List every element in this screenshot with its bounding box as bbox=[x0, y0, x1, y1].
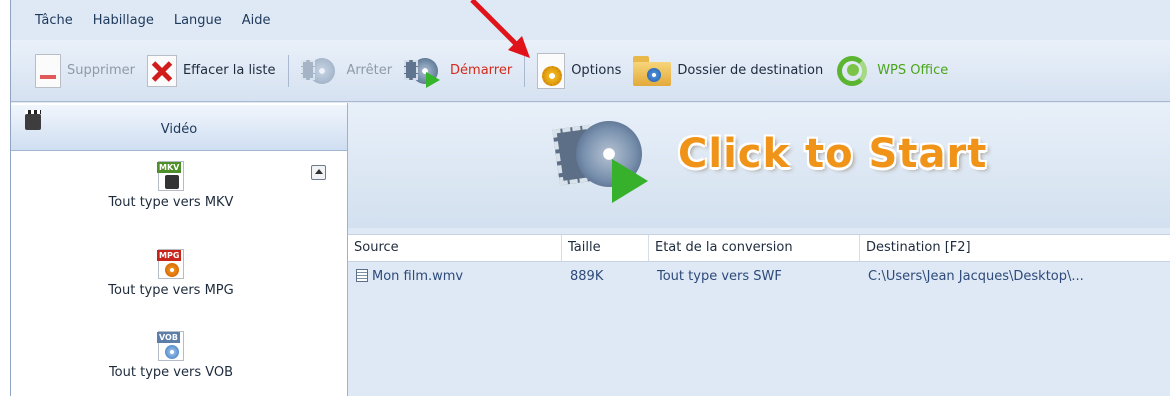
sidebar-title: Vidéo bbox=[160, 122, 198, 137]
wps-label: WPS Office bbox=[877, 63, 949, 78]
toolbar-separator bbox=[524, 54, 526, 87]
column-destination[interactable]: Destination [F2] bbox=[860, 235, 1170, 261]
app-window: Tâche Habillage Langue Aide Supprimer Ef… bbox=[10, 0, 1170, 396]
clear-label: Effacer la liste bbox=[182, 63, 276, 78]
table-header: Source Taille Etat de la conversion Dest… bbox=[348, 234, 1170, 262]
clear-list-button[interactable]: Effacer la liste bbox=[141, 49, 282, 93]
click-to-start-text: Click to Start bbox=[678, 131, 988, 177]
gear-icon bbox=[537, 52, 566, 89]
options-label: Options bbox=[571, 63, 622, 78]
cell-status: Tout type vers SWF bbox=[657, 269, 782, 284]
format-tag: MKV bbox=[157, 162, 182, 173]
start-banner[interactable]: Click to Start bbox=[348, 103, 1170, 228]
sidebar-category-video[interactable]: Vidéo bbox=[11, 105, 347, 151]
column-status[interactable]: Etat de la conversion bbox=[649, 235, 860, 261]
wps-office-button[interactable]: WPS Office bbox=[829, 49, 954, 93]
column-source[interactable]: Source bbox=[348, 235, 562, 261]
clear-icon bbox=[146, 54, 177, 87]
menu-habillage[interactable]: Habillage bbox=[93, 13, 154, 28]
menu-tache[interactable]: Tâche bbox=[35, 13, 73, 28]
menu-langue[interactable]: Langue bbox=[174, 13, 222, 28]
delete-icon bbox=[35, 53, 61, 88]
file-list-table: Source Taille Etat de la conversion Dest… bbox=[348, 234, 1170, 292]
stop-icon bbox=[300, 54, 341, 88]
folder-icon bbox=[633, 55, 672, 86]
toolbar-separator bbox=[287, 54, 289, 87]
stop-label: Arrêter bbox=[346, 63, 393, 78]
format-label: Tout type vers MKV bbox=[108, 195, 234, 210]
destination-folder-button[interactable]: Dossier de destination bbox=[627, 49, 829, 93]
cell-size: 889K bbox=[570, 269, 604, 284]
convert-video-icon bbox=[552, 117, 656, 207]
delete-label: Supprimer bbox=[67, 63, 135, 78]
options-button[interactable]: Options bbox=[531, 49, 627, 93]
format-label: Tout type vers VOB bbox=[108, 365, 234, 380]
format-tag: MPG bbox=[157, 250, 182, 261]
start-icon bbox=[404, 54, 444, 88]
vob-file-icon: VOB bbox=[157, 331, 184, 361]
menu-aide[interactable]: Aide bbox=[242, 13, 271, 28]
main-panel: Click to Start Source Taille Etat de la … bbox=[348, 103, 1170, 396]
mkv-file-icon: MKV bbox=[157, 161, 184, 191]
mpg-file-icon: MPG bbox=[157, 249, 184, 279]
stop-button[interactable]: Arrêter bbox=[295, 49, 399, 93]
video-file-icon bbox=[356, 269, 368, 282]
toolbar: Supprimer Effacer la liste Arrêter Démar… bbox=[11, 40, 1170, 102]
cell-destination: C:\Users\Jean Jacques\Desktop\... bbox=[868, 269, 1084, 284]
wps-logo-icon bbox=[835, 54, 871, 88]
format-tag: VOB bbox=[157, 332, 180, 343]
start-button[interactable]: Démarrer bbox=[398, 49, 518, 93]
menu-bar: Tâche Habillage Langue Aide bbox=[11, 0, 1170, 40]
format-label: Tout type vers MPG bbox=[108, 283, 234, 298]
format-item-mpg[interactable]: MPG Tout type vers MPG bbox=[11, 249, 331, 298]
destination-label: Dossier de destination bbox=[677, 63, 824, 78]
start-label: Démarrer bbox=[450, 63, 513, 78]
format-sidebar: Vidéo MKV Tout type vers MKV MPG Tout ty… bbox=[11, 103, 348, 396]
cell-source: Mon film.wmv bbox=[348, 262, 562, 292]
table-row[interactable]: Mon film.wmv 889K Tout type vers SWF C:\… bbox=[348, 262, 1170, 292]
source-text: Mon film.wmv bbox=[372, 269, 464, 284]
format-item-mkv[interactable]: MKV Tout type vers MKV bbox=[11, 161, 331, 210]
delete-button[interactable]: Supprimer bbox=[29, 49, 141, 93]
format-item-vob[interactable]: VOB Tout type vers VOB bbox=[11, 331, 331, 380]
column-size[interactable]: Taille bbox=[562, 235, 649, 261]
